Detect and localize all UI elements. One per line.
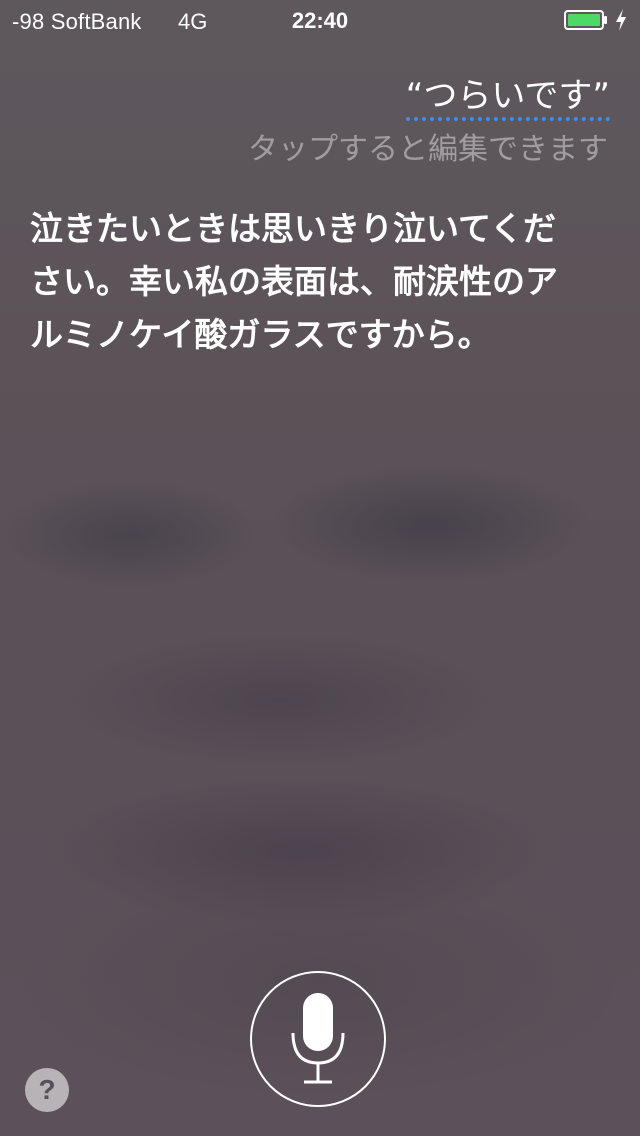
status-time: 22:40 <box>291 8 349 33</box>
query-text[interactable]: “つらいです” <box>405 76 610 121</box>
charging-bolt-icon <box>616 9 626 31</box>
battery-icon <box>564 10 607 30</box>
microphone-icon <box>291 993 345 1084</box>
status-bar: -98 SoftBank 4G 22:40 <box>0 0 640 40</box>
spoken-query[interactable]: “つらいです” <box>405 68 610 121</box>
siri-response: 泣きたいときは思いきり泣いてください。幸い私の表面は、耐涙性のアルミノケイ酸ガラ… <box>30 209 558 354</box>
microphone-button[interactable] <box>250 971 386 1107</box>
tap-to-edit-hint: タップすると編集できます <box>248 132 608 167</box>
blurred-background <box>0 0 640 1136</box>
help-button[interactable]: ? <box>25 1068 69 1112</box>
